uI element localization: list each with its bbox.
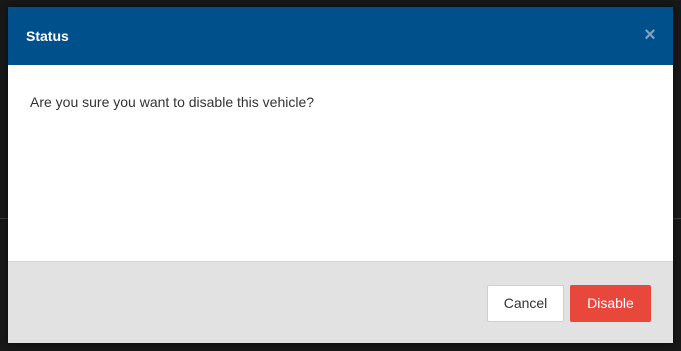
status-dialog: Status × Are you sure you want to disabl… — [8, 7, 673, 343]
dialog-message: Are you sure you want to disable this ve… — [30, 94, 315, 110]
dialog-title: Status — [26, 28, 69, 44]
disable-button[interactable]: Disable — [570, 285, 651, 322]
cancel-button[interactable]: Cancel — [487, 285, 564, 322]
close-icon[interactable]: × — [641, 24, 659, 46]
dialog-body: Are you sure you want to disable this ve… — [8, 65, 673, 261]
dialog-header: Status × — [8, 7, 673, 65]
dialog-footer: Cancel Disable — [8, 261, 673, 343]
